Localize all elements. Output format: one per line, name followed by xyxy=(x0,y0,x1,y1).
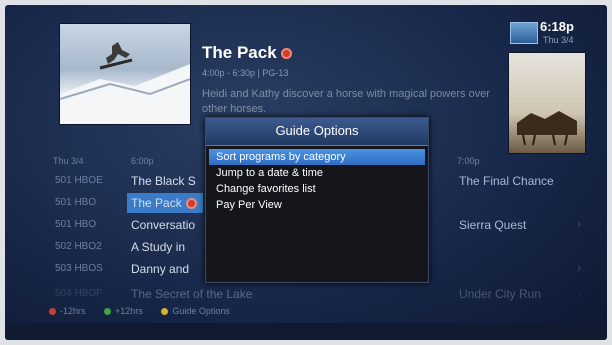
channel-label: 501 HBOE xyxy=(55,175,103,186)
grid-date: Thu 3/4 xyxy=(53,156,84,166)
program-cell[interactable]: The Secret of the Lake xyxy=(127,284,252,304)
program-description: Heidi and Kathy discover a horse with ma… xyxy=(202,88,490,115)
poster-image xyxy=(508,52,586,154)
menu-item-sort-by-category[interactable]: Sort programs by category xyxy=(209,149,425,165)
chevron-right-icon: › xyxy=(577,263,581,274)
channel-label: 501 HBO xyxy=(55,219,97,230)
tv-guide-screen: The Pack 4:00p - 6:30p | PG-13 Heidi and… xyxy=(5,5,607,340)
menu-item-change-favorites[interactable]: Change favorites list xyxy=(206,181,428,197)
red-button-icon xyxy=(49,308,56,316)
green-button-icon xyxy=(104,308,112,316)
legend-item-back: -12hrs xyxy=(49,306,86,316)
button-legend: -12hrs +12hrs Guide Options xyxy=(49,306,246,316)
program-cell[interactable]: Danny and xyxy=(127,259,189,279)
next-program-cell[interactable]: The Final Chance xyxy=(459,171,554,191)
legend-item-forward: +12hrs xyxy=(104,306,143,316)
next-program-cell[interactable]: Sierra Quest xyxy=(459,215,526,235)
channel-label: 503 HBOS xyxy=(55,263,103,274)
yellow-button-icon xyxy=(161,308,169,316)
grid-time-slot-1: 6:00p xyxy=(131,156,154,166)
bottom-bar xyxy=(5,323,607,340)
program-cell[interactable]: A Study in xyxy=(127,237,185,257)
program-thumbnail xyxy=(59,23,191,125)
guide-options-dialog: Guide Options Sort programs by category … xyxy=(205,117,429,283)
next-program-cell[interactable]: Under City Run xyxy=(459,284,541,304)
channel-label: 504 HBOF xyxy=(55,288,103,299)
program-cell[interactable]: Conversatio xyxy=(127,215,195,235)
program-cell[interactable]: The Black S xyxy=(127,171,196,191)
legend-item-options: Guide Options xyxy=(161,306,230,316)
record-icon xyxy=(280,48,292,60)
dialog-title: Guide Options xyxy=(206,118,428,146)
chevron-right-icon: › xyxy=(577,219,581,230)
clock-time: 6:18p xyxy=(540,19,574,34)
channel-label: 501 HBO xyxy=(55,197,97,208)
menu-item-pay-per-view[interactable]: Pay Per View xyxy=(206,197,428,213)
guide-row[interactable]: 504 HBOF The Secret of the Lake Under Ci… xyxy=(49,284,585,304)
record-icon xyxy=(185,198,197,210)
chevron-right-icon: › xyxy=(577,288,581,299)
clock-date: Thu 3/4 xyxy=(543,35,574,45)
grid-time-slot-2: 7:00p xyxy=(457,156,480,166)
menu-item-jump-to-date[interactable]: Jump to a date & time xyxy=(206,165,428,181)
provider-logo-icon xyxy=(510,22,538,44)
program-meta: 4:00p - 6:30p | PG-13 xyxy=(202,68,289,78)
program-cell-selected[interactable]: The Pack xyxy=(127,193,203,213)
program-title: The Pack xyxy=(202,43,292,63)
channel-label: 502 HBO2 xyxy=(55,241,102,252)
